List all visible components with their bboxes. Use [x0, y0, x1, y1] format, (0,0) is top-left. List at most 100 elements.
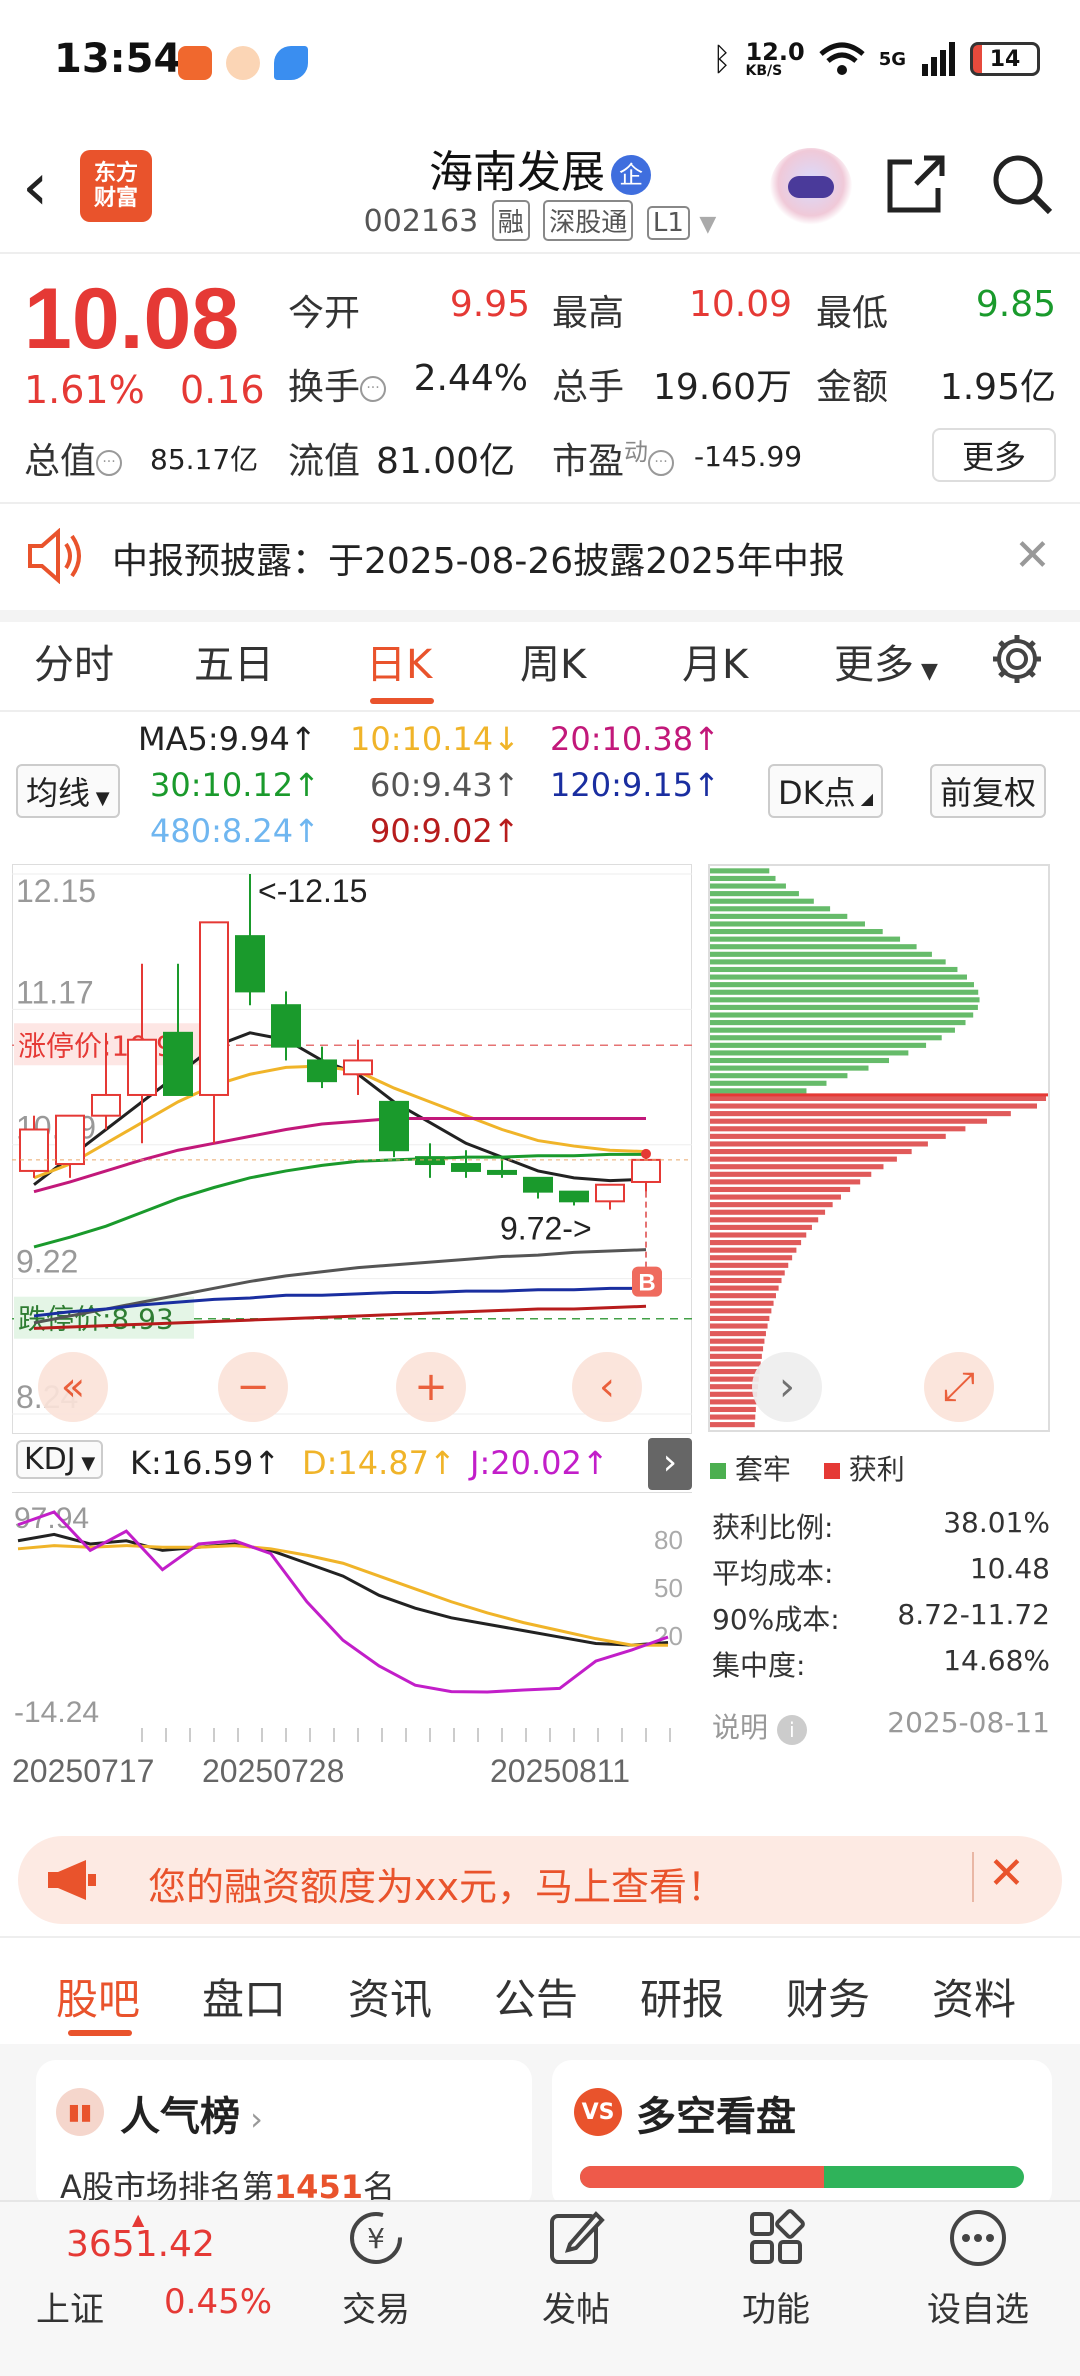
ma20-legend: 20:10.38↑ — [550, 720, 720, 758]
weibo-notification-icon — [226, 46, 260, 80]
tab-news[interactable]: 资讯 — [348, 1966, 432, 2027]
yen-exchange-icon: ¥ — [350, 2212, 402, 2264]
notice-text[interactable]: 中报预披露：于2025-08-26披露2025年中报 — [112, 532, 845, 584]
zoom-out-icon[interactable]: − — [218, 1352, 288, 1422]
kdj-selector[interactable]: KDJ ▼ — [16, 1440, 104, 1479]
info-dots-icon[interactable]: ··· — [360, 376, 387, 402]
zoom-in-icon[interactable]: + — [396, 1352, 466, 1422]
volume-value: 19.60万 — [652, 367, 792, 408]
assistant-avatar[interactable] — [770, 148, 852, 226]
dk-point-button[interactable]: DK点 ◢ — [768, 764, 884, 818]
mktcap-value: 85.17亿 — [150, 443, 259, 476]
x-date-label: 20250728 — [202, 1753, 344, 1789]
chip-bar-lose — [710, 1073, 848, 1079]
promo-divider — [972, 1852, 974, 1902]
long-short-card[interactable]: VS 多空看盘 — [552, 2060, 1052, 2210]
chevron-right-icon[interactable]: › — [648, 1438, 692, 1490]
divider — [0, 710, 1080, 712]
tab-orderbook[interactable]: 盘口 — [202, 1966, 286, 2027]
active-tab-indicator — [68, 2030, 132, 2036]
chip-bar-lose — [710, 1020, 966, 1026]
candle-body — [19, 1128, 49, 1172]
nav-function[interactable]: 功能 — [696, 2206, 856, 2331]
index-change[interactable]: 0.45% — [164, 2282, 272, 2322]
index-value[interactable]: 3651.42 — [66, 2224, 215, 2265]
tab-five-day[interactable]: 五日 — [194, 632, 274, 690]
expand-icon[interactable]: ⤢ — [924, 1352, 994, 1422]
gear-icon[interactable] — [990, 632, 1044, 686]
kline-chart[interactable]: 12.1511.1710.199.228.24涨停价:10.91跌停价:8.93… — [12, 864, 692, 1434]
more-button[interactable]: 更多 — [932, 428, 1056, 482]
cost90-value: 8.72-11.72 — [897, 1598, 1050, 1631]
nav-add-watchlist[interactable]: 设自选 — [898, 2206, 1058, 2331]
close-icon[interactable]: ✕ — [988, 1848, 1025, 1899]
mktcap-label-text: 总值 — [24, 441, 97, 482]
ma90-legend: 90:9.02↑ — [370, 812, 520, 850]
turnover-label: 换手 ··· — [288, 358, 387, 410]
kdj-chart[interactable]: 97.94-14.2480502020250717 20250728 2025081… — [12, 1492, 692, 1812]
kdj-y-max: 97.94 — [14, 1502, 89, 1535]
candle-body — [487, 1169, 517, 1175]
grid-icon — [750, 2209, 805, 2264]
tab-monthly-k[interactable]: 月K — [682, 632, 748, 690]
chip-bar-win — [710, 1164, 884, 1170]
long-short-bar — [580, 2166, 1024, 2188]
tab-profile[interactable]: 资料 — [932, 1966, 1016, 2027]
chip-bar-win — [710, 1384, 758, 1390]
enterprise-badge-icon: 企 — [611, 155, 651, 195]
pe-dynamic-sup: 动 — [624, 438, 649, 466]
tab-finance[interactable]: 财务 — [786, 1966, 870, 2027]
chip-bar-lose — [710, 913, 848, 919]
tab-research[interactable]: 研报 — [640, 1966, 724, 2027]
nav-post[interactable]: 发帖 — [496, 2206, 656, 2331]
scroll-left-icon[interactable]: ‹ — [572, 1352, 642, 1422]
tab-daily-k[interactable]: 日K — [366, 632, 432, 690]
promo-text[interactable]: 您的融资额度为xx元，马上查看！ — [148, 1856, 725, 1911]
tab-intraday[interactable]: 分时 — [34, 632, 114, 690]
chip-bar-win — [710, 1293, 776, 1299]
y-tick-label: 12.15 — [16, 873, 96, 909]
tab-forum[interactable]: 股吧 — [56, 1966, 140, 2027]
battery-icon: 14 — [970, 42, 1040, 76]
chevron-right-icon[interactable]: › — [752, 1352, 822, 1422]
tab-announcements[interactable]: 公告 — [494, 1966, 578, 2027]
index-name[interactable]: 上证 — [36, 2282, 104, 2331]
search-icon[interactable] — [988, 150, 1054, 216]
ma-selector[interactable]: 均线 ▼ — [16, 764, 120, 818]
caret-down-icon: ▼ — [914, 659, 938, 684]
share-icon[interactable] — [884, 152, 948, 216]
candle-body — [163, 1031, 193, 1096]
kdj-level-label: 50 — [654, 1573, 683, 1603]
y-tick-label: 11.17 — [16, 974, 94, 1010]
buy-marker-label: B — [638, 1270, 655, 1297]
tab-more[interactable]: 更多 ▼ — [834, 632, 938, 690]
active-tab-indicator — [370, 698, 434, 704]
caret-down-icon: ▼ — [90, 788, 110, 809]
info-dots-icon[interactable]: ··· — [96, 450, 123, 476]
candle-body — [343, 1059, 373, 1076]
kdj-d-value: D:14.87↑ — [302, 1444, 456, 1482]
more-dots-icon — [950, 2210, 1006, 2266]
chip-bar-lose — [710, 997, 980, 1003]
pe-label: 市盈动 ··· — [552, 432, 675, 484]
tab-weekly-k[interactable]: 周K — [520, 632, 586, 690]
edit-icon — [550, 2211, 605, 2264]
chip-bar-win — [710, 1141, 928, 1147]
chip-bar-lose — [710, 906, 831, 912]
candle-body — [379, 1100, 409, 1152]
adjust-button[interactable]: 前复权 — [930, 764, 1047, 818]
chevron-right-icon: › — [240, 2100, 263, 2138]
chip-bar-win — [710, 1217, 819, 1223]
close-icon[interactable]: ✕ — [1014, 530, 1051, 581]
nav-trade[interactable]: ¥ 交易 — [296, 2206, 456, 2331]
chevron-down-icon[interactable]: ▼ — [699, 212, 716, 237]
rewind-icon[interactable]: « — [38, 1352, 108, 1422]
chip-bar-win — [710, 1315, 770, 1321]
chip-bar-lose — [710, 974, 967, 980]
info-dots-icon[interactable]: ··· — [648, 450, 675, 476]
kdj-k-value: K:16.59↑ — [130, 1444, 281, 1482]
chip-bar-win — [710, 1368, 760, 1375]
win-legend-label: 获利 — [848, 1453, 905, 1486]
popularity-card[interactable]: ▮▮ 人气榜 › A股市场排名第1451名 — [36, 2060, 532, 2210]
explain-link[interactable]: 说明 i — [712, 1706, 807, 1746]
